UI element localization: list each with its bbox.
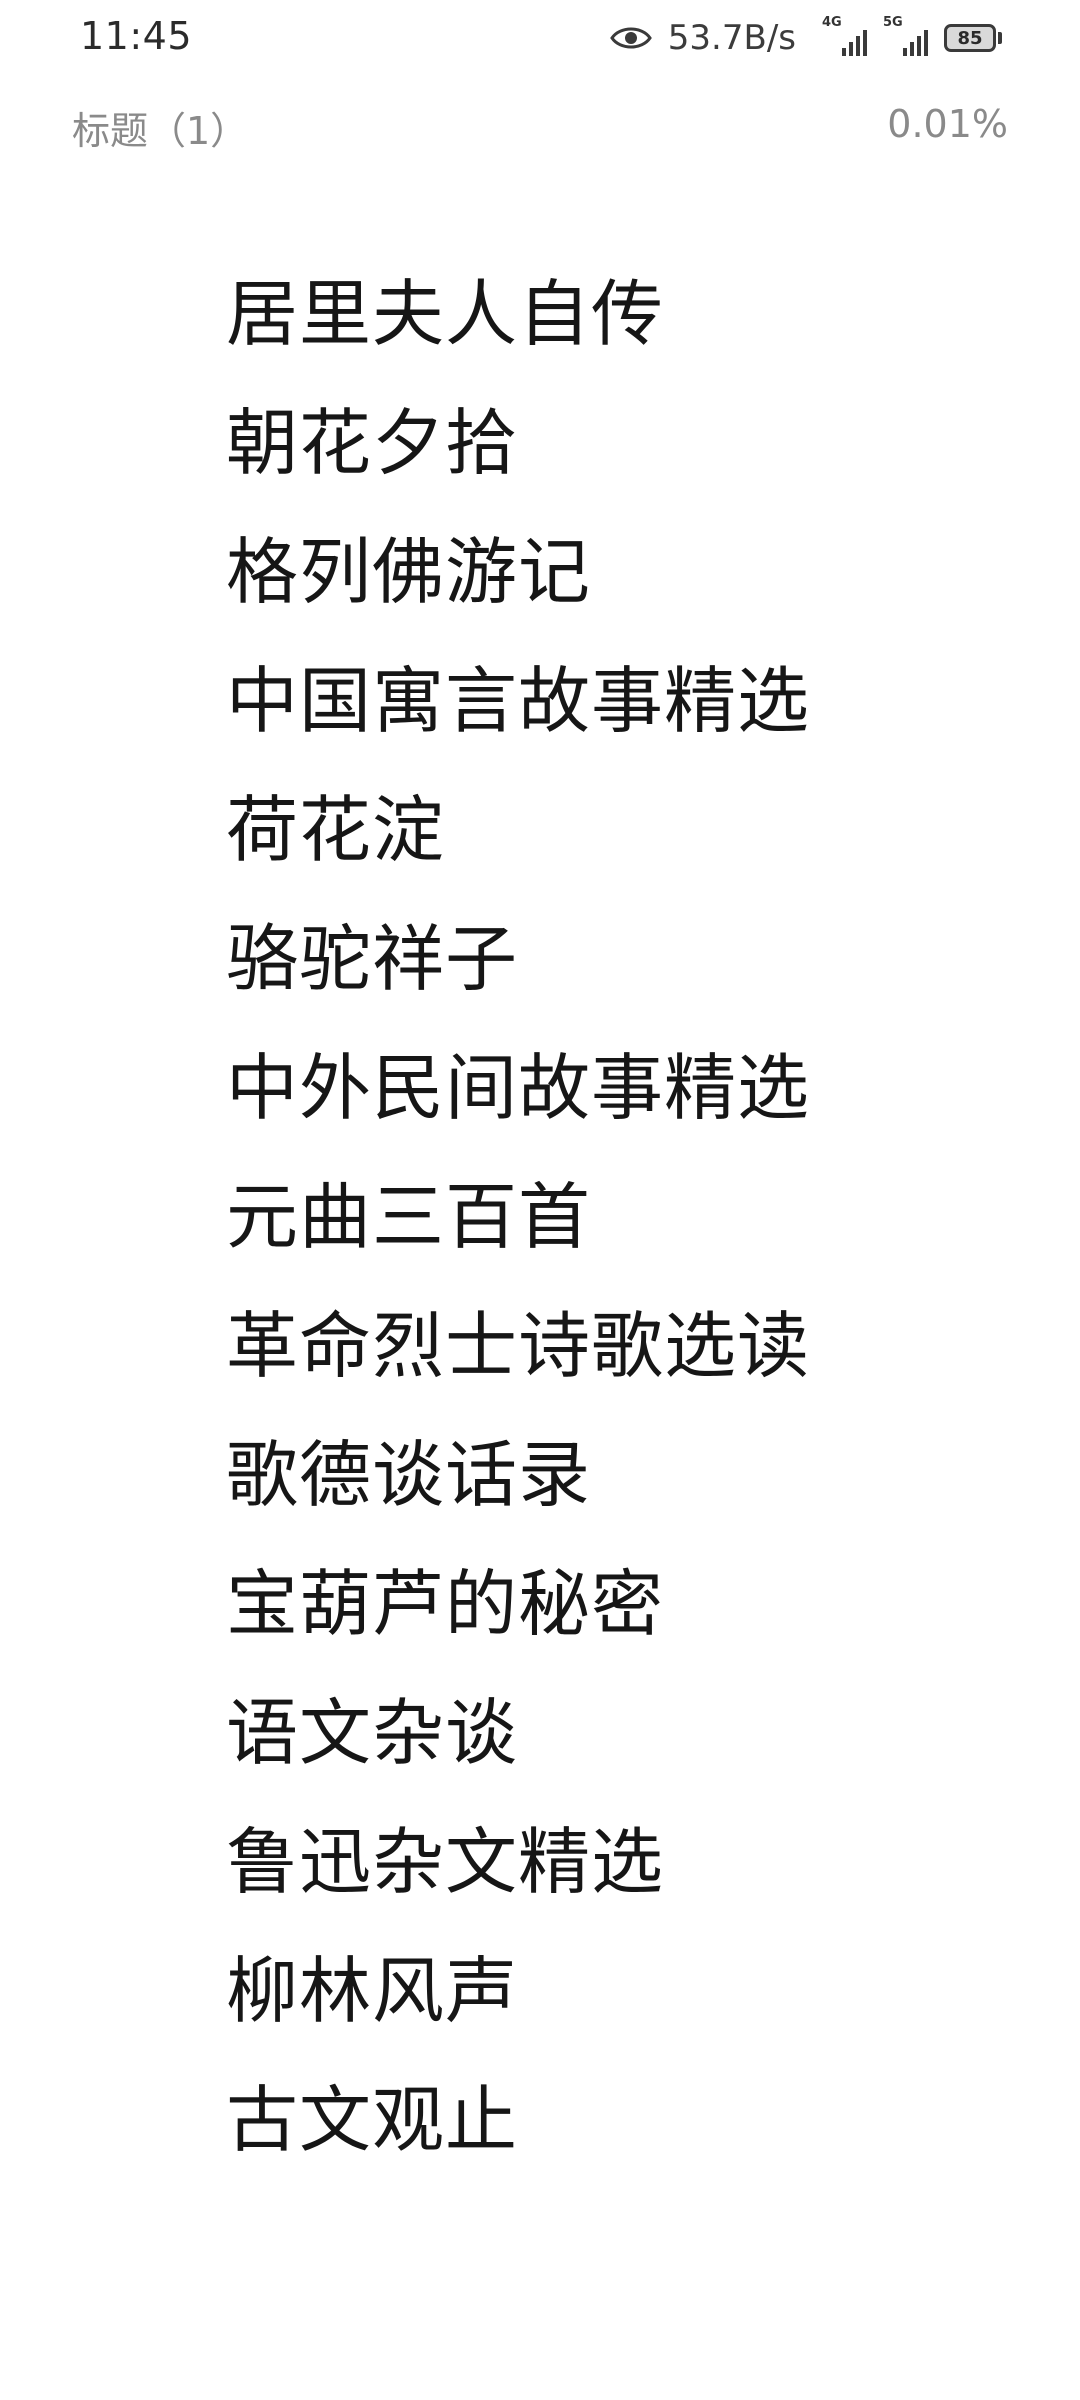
- reading-progress: 0.01%: [887, 102, 1008, 146]
- book-title: 革命烈士诗歌选读: [226, 1304, 811, 1388]
- reader-content[interactable]: 居里夫人自传 朝花夕拾 格列佛游记 中国寓言故事精选 荷花淀 骆驼祥子 中外民间…: [226, 250, 1026, 2185]
- status-bar: 11:45 53.7B/s 4G 5G 85: [0, 0, 1080, 80]
- book-title: 元曲三百首: [226, 1175, 592, 1259]
- signal-4g-icon: 4G: [822, 16, 867, 56]
- book-title: 中外民间故事精选: [226, 1046, 811, 1130]
- reader-header: 标题（1） 0.01%: [0, 94, 1080, 164]
- book-title: 语文杂谈: [226, 1691, 519, 1775]
- status-time: 11:45: [80, 14, 193, 58]
- battery-level: 85: [957, 27, 983, 49]
- network-speed: 53.7B/s: [667, 18, 796, 58]
- signal-5g-icon: 5G: [883, 16, 928, 56]
- book-title: 古文观止: [226, 2078, 519, 2162]
- book-title: 鲁迅杂文精选: [226, 1820, 665, 1904]
- sim2-tag: 5G: [883, 15, 903, 30]
- chapter-title: 标题（1）: [72, 109, 249, 153]
- status-indicators: 53.7B/s 4G 5G 85: [609, 16, 1002, 60]
- book-title: 格列佛游记: [226, 530, 592, 614]
- battery-icon: 85: [944, 24, 1002, 52]
- book-title: 居里夫人自传: [226, 272, 665, 356]
- book-title: 宝葫芦的秘密: [226, 1562, 665, 1646]
- book-title: 荷花淀: [226, 788, 446, 872]
- book-title: 朝花夕拾: [226, 401, 519, 485]
- book-title: 骆驼祥子: [226, 917, 519, 1001]
- book-title: 歌德谈话录: [226, 1433, 592, 1517]
- book-title: 中国寓言故事精选: [226, 659, 811, 743]
- book-title: 柳林风声: [226, 1949, 519, 2033]
- sim1-tag: 4G: [822, 15, 842, 30]
- eye-icon: [609, 27, 652, 49]
